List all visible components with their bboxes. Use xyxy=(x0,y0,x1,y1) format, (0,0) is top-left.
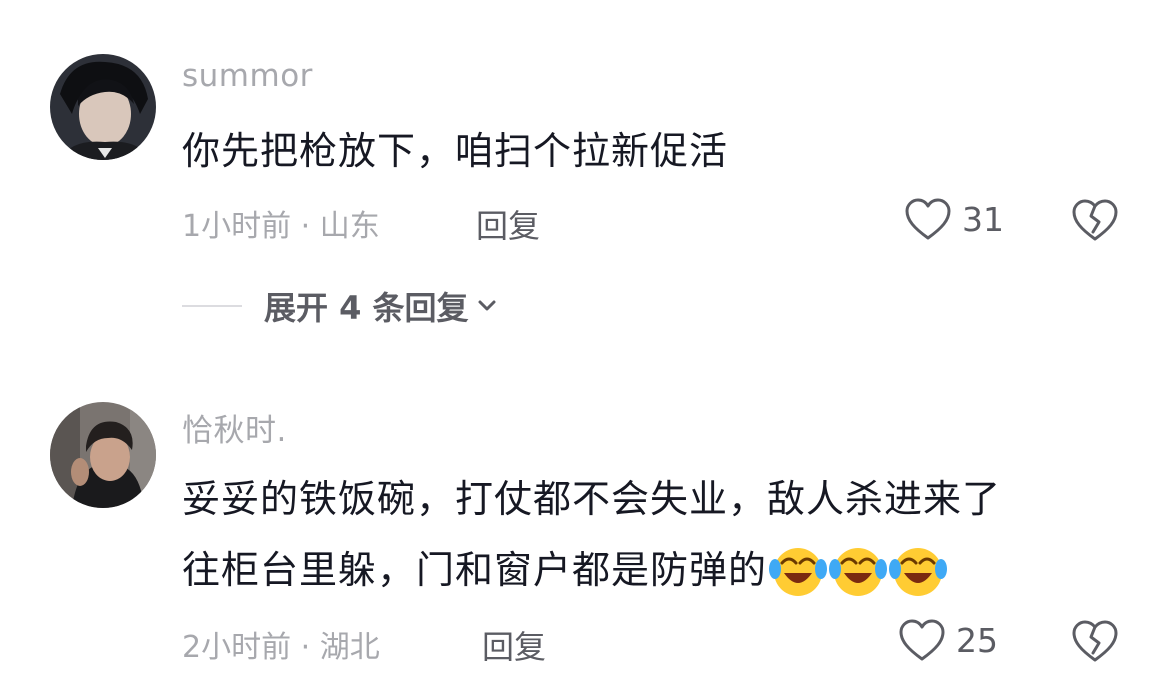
comment-username[interactable]: summor xyxy=(182,58,313,94)
laughing-crying-emoji xyxy=(769,548,828,596)
comment-text-line2: 往柜台里躲，门和窗户都是防弹的 xyxy=(182,540,948,600)
expand-replies-button[interactable]: 展开 4 条回复 xyxy=(182,283,499,329)
like-button[interactable]: 25 xyxy=(898,618,998,662)
avatar[interactable] xyxy=(50,402,156,508)
laughing-crying-emoji xyxy=(829,548,888,596)
like-button[interactable]: 31 xyxy=(904,197,1004,241)
comment-text-line1: 妥妥的铁饭碗，打仗都不会失业，敌人杀进来了 xyxy=(182,477,1002,521)
reply-button[interactable]: 回复 xyxy=(482,622,546,668)
expand-replies-label: 展开 4 条回复 xyxy=(264,289,469,327)
comment-meta: 1小时前 · 山东 xyxy=(182,209,380,244)
comment-text: 你先把枪放下，咱扫个拉新促活 xyxy=(182,129,729,173)
divider-line xyxy=(182,305,242,307)
like-count: 31 xyxy=(962,199,1004,239)
heart-outline-icon xyxy=(899,619,945,661)
reply-button[interactable]: 回复 xyxy=(476,201,540,247)
comment-username[interactable]: 恰秋时. xyxy=(182,405,287,450)
chevron-down-icon xyxy=(478,300,496,311)
like-count: 25 xyxy=(956,620,998,660)
avatar[interactable] xyxy=(50,54,156,160)
comment-text-line2-content: 往柜台里躲，门和窗户都是防弹的 xyxy=(182,548,768,592)
broken-heart-icon[interactable] xyxy=(1072,198,1118,242)
broken-heart-icon[interactable] xyxy=(1072,619,1118,663)
heart-outline-icon xyxy=(905,198,951,240)
comment-meta: 2小时前 · 湖北 xyxy=(182,630,380,665)
laughing-crying-emoji xyxy=(889,548,948,596)
